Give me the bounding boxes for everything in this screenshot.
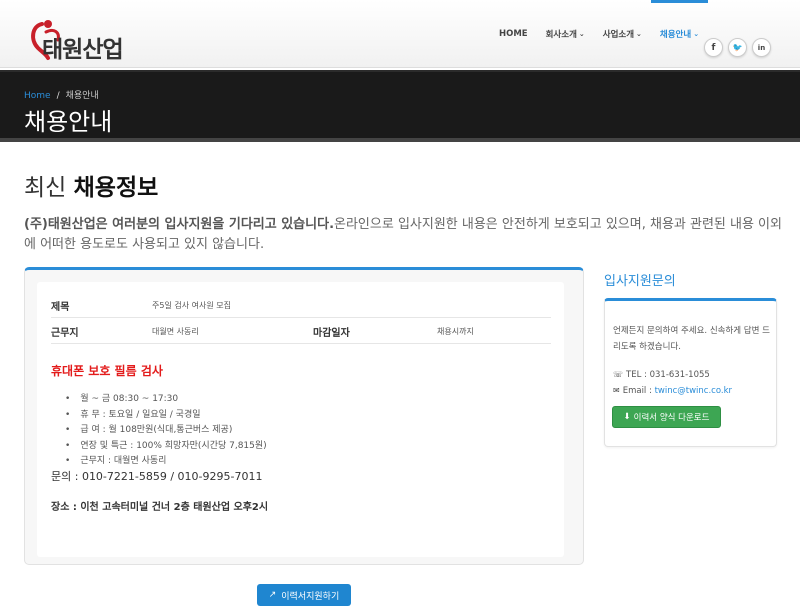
breadcrumb-separator: / [56, 91, 60, 101]
section-heading-light: 최신 [24, 175, 74, 201]
divider [51, 317, 551, 318]
job-card: 제목 주5일 검사 여사원 모집 근무지 대월면 사동리 마감일자 채용시까지 … [24, 267, 584, 565]
sidebar-tel: ☏ TEL : 031-631-1055 [613, 370, 710, 380]
apply-button[interactable]: ↗ 이력서지원하기 [257, 584, 351, 606]
twitter-icon[interactable]: 🐦 [728, 38, 747, 57]
job-title-label: 제목 [51, 302, 70, 313]
job-location-label: 근무지 [51, 328, 79, 339]
intro-text: (주)태원산업은 여러분의 입사지원을 기다리고 있습니다.온라인으로 입사지원… [24, 215, 784, 255]
sidebar-email: ✉ Email : twinc@twinc.co.kr [613, 386, 732, 396]
breadcrumb-home-link[interactable]: Home [24, 91, 51, 101]
chevron-down-icon: ⌄ [693, 30, 700, 38]
job-location-value: 대월면 사동리 [152, 327, 199, 336]
job-deadline-label: 마감일자 [313, 328, 350, 339]
external-link-icon: ↗ [268, 590, 277, 600]
main-nav: HOME 회사소개 ⌄ 사업소개 ⌄ 채용안내 ⌄ [490, 0, 709, 68]
breadcrumb: Home / 채용안내 [24, 88, 99, 101]
sidebar-email-label: Email : [622, 386, 655, 396]
linkedin-icon[interactable]: in [752, 38, 771, 57]
nav-business-label: 사업소개 [602, 30, 635, 40]
page-title: 채용안내 [24, 108, 113, 136]
download-icon: ⬇ [623, 412, 631, 422]
sidebar-email-link[interactable]: twinc@twinc.co.kr [655, 386, 732, 396]
job-place: 장소 : 이천 고속터미널 건너 2층 태원산업 오후2시 [51, 502, 269, 513]
envelope-icon: ✉ [613, 386, 620, 395]
phone-icon: ☏ [613, 370, 624, 379]
resume-download-button[interactable]: ⬇ 이력서 양식 다운로드 [612, 406, 721, 428]
sidebar-tel-value: 031-631-1055 [649, 370, 710, 380]
facebook-icon[interactable]: f [704, 38, 723, 57]
resume-download-label: 이력서 양식 다운로드 [633, 413, 710, 423]
list-item: 월 ~ 금 08:30 ~ 17:30 [65, 392, 267, 408]
nav-home-label: HOME [499, 29, 528, 39]
nav-home[interactable]: HOME [490, 0, 537, 68]
section-heading-bold: 채용정보 [73, 175, 159, 201]
breadcrumb-current: 채용안내 [65, 91, 99, 101]
page-title-bar: Home / 채용안내 채용안내 [0, 70, 800, 142]
chevron-down-icon: ⌄ [578, 30, 585, 38]
job-title-value: 주5일 검사 여사원 모집 [152, 301, 231, 310]
job-deadline-value: 채용시까지 [437, 327, 474, 336]
sidebar-card: 언제든지 문의하여 주세요. 신속하게 답변 드리도록 하겠습니다. ☏ TEL … [604, 298, 777, 447]
job-contact: 문의 : 010-7221-5859 / 010-9295-7011 [51, 470, 263, 483]
job-alert-title: 휴대폰 보호 필름 검사 [51, 364, 163, 378]
list-item: 연장 및 특근 : 100% 희망자만(시간당 7,815원) [65, 439, 266, 455]
nav-company[interactable]: 회사소개 ⌄ [537, 0, 594, 68]
section-heading: 최신 채용정보 [24, 168, 158, 202]
chevron-down-icon: ⌄ [636, 30, 642, 38]
nav-recruit-label: 채용안내 [659, 30, 692, 40]
sidebar-text: 언제든지 문의하여 주세요. 신속하게 답변 드리도록 하겠습니다. [613, 326, 770, 352]
site-header: 태원산업 HOME 회사소개 ⌄ 사업소개 ⌄ 채용안내 ⌄ f 🐦 in [0, 0, 800, 68]
sidebar-tel-label: TEL : [626, 370, 650, 380]
intro-bold: (주)태원산업은 여러분의 입사지원을 기다리고 있습니다. [24, 217, 335, 232]
list-item: 휴 무 : 토요일 / 일요일 / 국경일 [65, 408, 267, 424]
nav-company-label: 회사소개 [545, 30, 577, 40]
sidebar-title: 입사지원문의 [604, 274, 676, 289]
job-card-body: 제목 주5일 검사 여사원 모집 근무지 대월면 사동리 마감일자 채용시까지 … [37, 282, 564, 557]
nav-business[interactable]: 사업소개 ⌄ [594, 0, 651, 68]
job-details-list: 월 ~ 금 08:30 ~ 17:30 휴 무 : 토요일 / 일요일 / 국경… [65, 392, 267, 470]
nav-recruit[interactable]: 채용안내 ⌄ [650, 0, 709, 68]
list-item: 급 여 : 월 108만원(식대,통근버스 제공) [65, 423, 267, 439]
divider [51, 343, 551, 344]
company-logo-text[interactable]: 태원산업 [42, 30, 124, 64]
